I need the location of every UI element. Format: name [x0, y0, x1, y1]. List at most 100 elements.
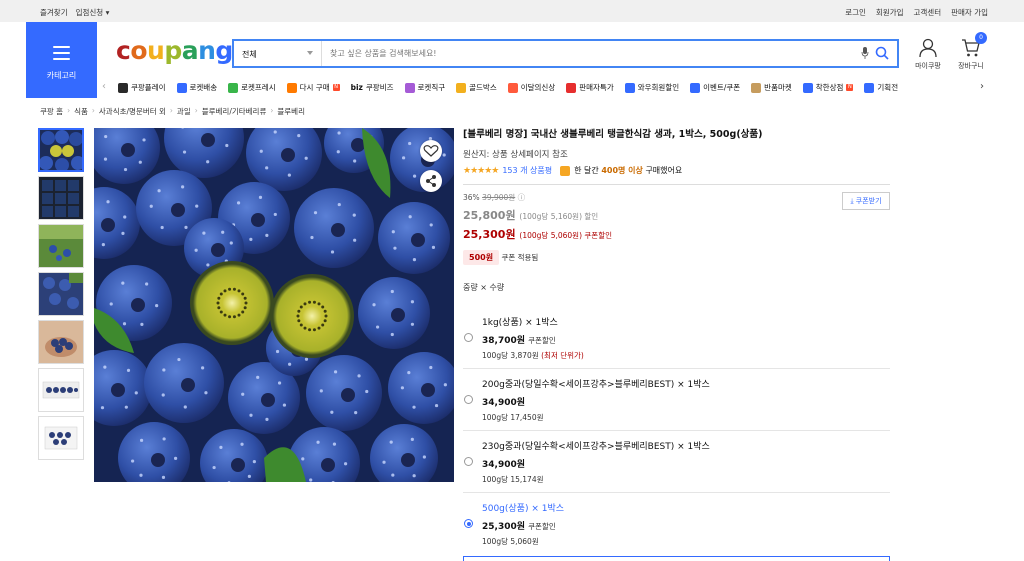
option-name: 1kg(상품) × 1박스: [482, 318, 558, 328]
option-unit-row: 100g당 17,450원: [482, 412, 890, 423]
service-nav-item[interactable]: 이벤트/쿠폰: [690, 82, 740, 93]
coupang-logo[interactable]: coupang: [116, 36, 233, 65]
signup-link[interactable]: 회원가입: [876, 7, 904, 18]
logo-letter: n: [198, 36, 216, 65]
thumbnail-1[interactable]: [38, 128, 84, 172]
option-unit-price: 100g당 15,174원: [482, 475, 544, 484]
service-nav-label: 와우회원할인: [637, 83, 680, 92]
coupon-price: 25,300원: [463, 228, 516, 241]
service-icon: [176, 82, 187, 93]
purchase-suffix: 구매했어요: [645, 166, 683, 175]
breadcrumb-item[interactable]: 블루베리/기타베리류: [202, 106, 267, 117]
option-item[interactable]: 500g(상품) × 1박스 25,300원 쿠폰할인 100g당 5,060원: [463, 493, 890, 555]
service-nav-item[interactable]: 와우회원할인: [624, 82, 680, 93]
option-item[interactable]: 230g중과(당일수확<세이프강추>블루베리BEST) × 1박스 34,900원…: [463, 431, 890, 493]
option-price-note: 쿠폰할인: [528, 336, 556, 345]
thumbnail-3[interactable]: [38, 224, 84, 268]
seller-signup-link[interactable]: 판매자 가입: [951, 7, 988, 18]
service-nav-item[interactable]: biz 쿠팡비즈: [351, 82, 394, 93]
option-price-note: 쿠폰할인: [528, 522, 556, 531]
biz-logo-icon: biz: [350, 83, 363, 92]
new-badge-icon: N: [846, 84, 854, 91]
option-item[interactable]: 1kg(상품) × 1박스 38,700원 쿠폰할인 100g당 3,870원 (최…: [463, 307, 890, 369]
share-icon: [426, 175, 436, 187]
product-main-image: [94, 128, 454, 482]
service-icon: [507, 82, 518, 93]
purchase-count: 한 달간 400명 이상 구매했어요: [574, 165, 682, 176]
option-radio[interactable]: [464, 333, 473, 342]
service-nav-item[interactable]: 쿠팡플레이: [118, 82, 166, 93]
option-name: 500g(상품) × 1박스: [482, 504, 565, 514]
seller-apply-link[interactable]: 입점신청 ▾: [76, 7, 110, 18]
thumbnail-4[interactable]: [38, 272, 84, 316]
option-item[interactable]: 200g중과(당일수확<세이프강추>블루베리BEST) × 1박스 34,900원…: [463, 369, 890, 431]
coupon-download-button[interactable]: ⤓ 쿠폰받기: [842, 192, 890, 210]
service-nav-item[interactable]: 로켓프레시: [228, 82, 276, 93]
option-radio[interactable]: [464, 519, 473, 528]
service-nav-item[interactable]: 로켓배송: [176, 82, 217, 93]
cart-count-badge: 0: [975, 32, 987, 44]
service-nav-label: 로켓직구: [417, 83, 446, 92]
mypage-button[interactable]: 마이쿠팡: [908, 38, 948, 71]
service-nav-item[interactable]: 기획전: [864, 82, 898, 93]
service-nav-item[interactable]: 판매자특가: [566, 82, 614, 93]
service-nav-item[interactable]: 골드박스: [456, 82, 497, 93]
share-button[interactable]: [420, 170, 442, 192]
coupon-chip: 500원: [463, 250, 500, 265]
service-nav-item[interactable]: 이달의신상: [507, 82, 555, 93]
option-unit-price: 100g당 3,870원: [482, 351, 539, 360]
breadcrumb: 쿠팡 홈 › 식품 › 사과식초/명문버터 외 › 과일 › 블루베리/기타베리류 › 블루베리: [40, 106, 305, 117]
option-radio[interactable]: [464, 457, 473, 466]
service-nav-label: 쿠팡비즈: [365, 83, 394, 92]
nav-prev-icon[interactable]: ‹: [102, 81, 106, 92]
search-category-select[interactable]: 전체: [234, 41, 322, 66]
service-nav-label: 로켓프레시: [241, 83, 276, 92]
user-icon: [919, 38, 937, 58]
thumbnail-5[interactable]: [38, 320, 84, 364]
thumbnail-7[interactable]: [38, 416, 84, 460]
customer-center-link[interactable]: 고객센터: [914, 7, 942, 18]
cart-button[interactable]: 0 장바구니: [951, 32, 991, 71]
nav-next-icon[interactable]: ›: [980, 81, 984, 92]
option-list: 1kg(상품) × 1박스 38,700원 쿠폰할인 100g당 3,870원 (최…: [463, 307, 890, 555]
breadcrumb-item[interactable]: 과일: [177, 106, 191, 117]
option-unit-price: 100g당 17,450원: [482, 413, 544, 422]
search-icon[interactable]: [875, 46, 889, 60]
option-price-row: 34,900원: [482, 457, 890, 470]
category-button[interactable]: 카테고리: [26, 22, 97, 98]
service-nav-item[interactable]: 로켓직구: [404, 82, 446, 93]
login-link[interactable]: 로그인: [845, 7, 866, 18]
category-label: 카테고리: [46, 71, 77, 80]
product-origin: 원산지: 상품 상세페이지 참조: [463, 150, 568, 160]
service-icon: [624, 82, 635, 93]
breadcrumb-item[interactable]: 쿠팡 홈: [40, 106, 63, 117]
breadcrumb-item[interactable]: 블루베리: [277, 106, 305, 117]
info-icon[interactable]: ⓘ: [518, 193, 526, 202]
service-nav-item[interactable]: 다시 구매 N: [286, 82, 340, 93]
product-info: [블루베리 명장] 국내산 생블루베리 탱글한식감 생과, 1박스, 500g(…: [463, 128, 890, 555]
logo-letter: o: [130, 36, 148, 65]
option-unit-row: 100g당 5,060원: [482, 536, 890, 547]
trend-icon: [560, 165, 571, 176]
thumbnail-2[interactable]: [38, 176, 84, 220]
search-input[interactable]: [330, 46, 830, 61]
bookmark-link[interactable]: 즐겨찾기: [40, 7, 68, 18]
breadcrumb-item[interactable]: 식품: [74, 106, 88, 117]
option-price-row: 38,700원 쿠폰할인: [482, 333, 890, 346]
option-price: 34,900원: [482, 398, 526, 408]
service-icon: [864, 82, 875, 93]
option-radio[interactable]: [464, 395, 473, 404]
microphone-icon[interactable]: [861, 47, 869, 59]
coupon-applied-text: 쿠폰 적용됨: [501, 253, 539, 262]
service-nav-item[interactable]: 반품마켓: [751, 82, 792, 93]
thumbnail-6[interactable]: [38, 368, 84, 412]
purchase-prefix: 한 달간: [574, 166, 599, 175]
coupon-applied-row: 500원 쿠폰 적용됨: [463, 242, 890, 265]
logo-letter: c: [116, 36, 131, 65]
breadcrumb-item[interactable]: 사과식초/명문버터 외: [99, 106, 166, 117]
service-nav-item[interactable]: 착한상점 N: [802, 82, 854, 93]
logo-letter: g: [215, 36, 233, 65]
wishlist-button[interactable]: [420, 140, 442, 162]
review-count-link[interactable]: 153 개 상품평: [502, 165, 552, 176]
menu-icon: [53, 46, 70, 60]
